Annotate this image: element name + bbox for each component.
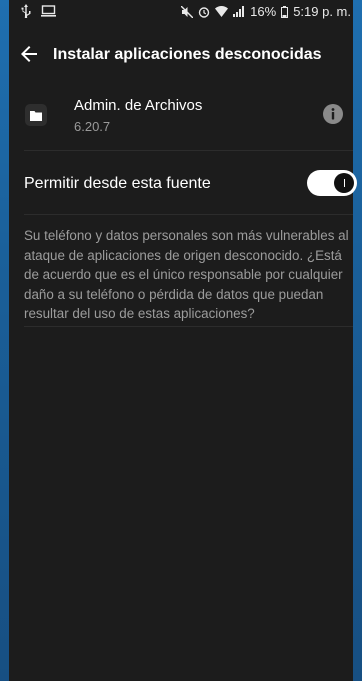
- allow-from-source-row[interactable]: Permitir desde esta fuente: [9, 158, 357, 208]
- app-info-button[interactable]: [323, 104, 343, 124]
- app-bar: Instalar aplicaciones desconocidas: [9, 30, 353, 80]
- folder-icon: [25, 104, 47, 126]
- divider: [24, 214, 353, 215]
- battery-percent: 16%: [250, 4, 277, 19]
- signal-icon: [233, 6, 245, 17]
- allow-from-source-label: Permitir desde esta fuente: [24, 175, 211, 192]
- arrow-left-icon: [17, 42, 41, 66]
- divider: [24, 150, 353, 151]
- app-name: Admin. de Archivos: [74, 97, 203, 114]
- wifi-icon: [215, 6, 229, 17]
- page-title: Instalar aplicaciones desconocidas: [53, 46, 322, 63]
- back-button[interactable]: [17, 42, 41, 66]
- usb-icon: [21, 4, 31, 18]
- clock: 5:19 p. m.: [293, 4, 351, 19]
- divider: [24, 326, 353, 327]
- status-bar: 16% 5:19 p. m.: [9, 0, 353, 24]
- info-icon: [323, 104, 343, 124]
- allow-from-source-toggle[interactable]: [307, 170, 357, 196]
- status-left-icons: [21, 4, 56, 18]
- battery-icon: [281, 5, 289, 18]
- app-version: 6.20.7: [74, 119, 111, 134]
- wallpaper-edge-right: [353, 0, 362, 681]
- alarm-icon: [198, 6, 210, 18]
- security-warning-text: Su teléfono y datos personales son más v…: [24, 228, 349, 321]
- toggle-knob: [334, 173, 354, 193]
- toggle-on-mark: [343, 179, 345, 187]
- status-right-icons: 16% 5:19 p. m.: [181, 4, 351, 19]
- settings-screen: 16% 5:19 p. m. Instalar aplicaciones des…: [9, 0, 357, 681]
- mute-icon: [181, 5, 194, 18]
- screen-mirroring-icon: [41, 5, 56, 17]
- app-info-row: Admin. de Archivos 6.20.7: [9, 88, 353, 144]
- wallpaper-edge-left: [0, 0, 9, 681]
